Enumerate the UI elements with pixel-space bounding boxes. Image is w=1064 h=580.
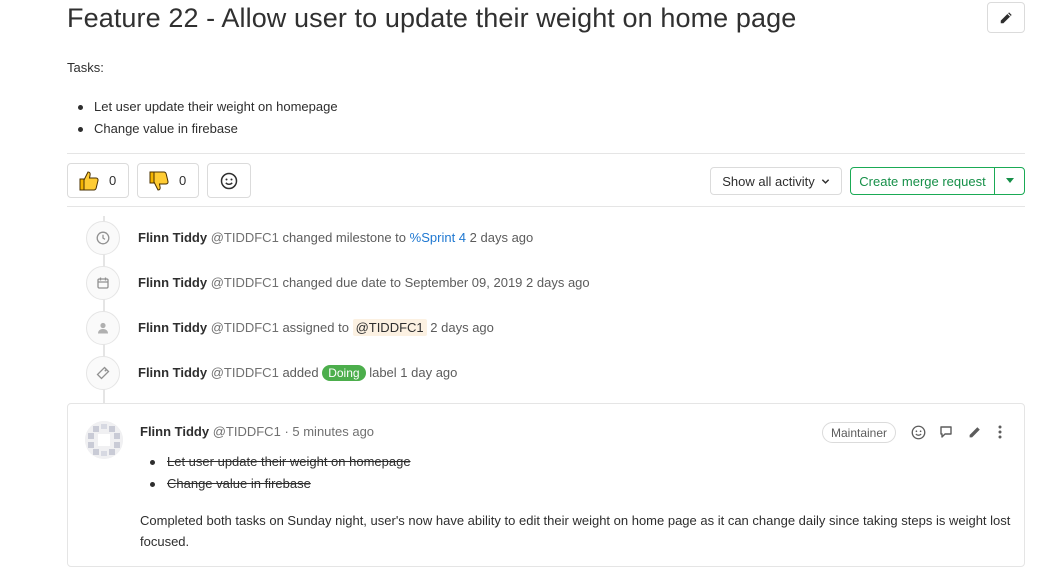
- caret-down-icon: [1005, 178, 1014, 183]
- show-activity-dropdown[interactable]: Show all activity: [710, 167, 842, 195]
- system-note-text: Flinn Tiddy @TIDDFC1 assigned to @TIDDFC…: [138, 319, 494, 336]
- show-activity-label: Show all activity: [722, 173, 815, 189]
- note-action: changed due date to September 09, 2019: [282, 275, 523, 290]
- note-handle[interactable]: @TIDDFC1: [211, 275, 279, 290]
- create-merge-request-group: Create merge request: [850, 167, 1025, 195]
- list-item: Change value in firebase: [78, 118, 338, 140]
- list-item: Let user update their weight on homepage: [78, 96, 338, 118]
- list-item: Change value in firebase: [150, 473, 411, 495]
- kebab-menu-icon: [998, 425, 1002, 439]
- note-author[interactable]: Flinn Tiddy: [138, 365, 207, 380]
- note-author[interactable]: Flinn Tiddy: [138, 320, 207, 335]
- note-action: changed milestone to: [282, 230, 407, 245]
- note-time: label 1 day ago: [369, 365, 458, 380]
- divider: [67, 206, 1025, 207]
- thumbs-up-count: 0: [109, 173, 117, 188]
- thumbs-down-award-button[interactable]: 0: [137, 163, 199, 198]
- chevron-down-icon: [821, 178, 829, 184]
- comment-bubble-icon: [940, 426, 952, 438]
- pencil-icon: [969, 426, 980, 437]
- edit-title-button[interactable]: [987, 2, 1025, 33]
- note-time: 2 days ago: [430, 320, 494, 335]
- create-merge-request-button[interactable]: Create merge request: [851, 168, 995, 194]
- description-task-list: Let user update their weight on homepage…: [78, 96, 338, 140]
- calendar-icon: [86, 266, 120, 300]
- note-action: added: [282, 365, 319, 380]
- smiley-icon: [220, 172, 238, 189]
- more-actions-button[interactable]: [991, 423, 1009, 441]
- issue-title: Feature 22 - Allow user to update their …: [67, 3, 797, 33]
- comment-handle[interactable]: @TIDDFC1: [213, 424, 281, 439]
- avatar[interactable]: [85, 421, 123, 459]
- system-note-text: Flinn Tiddy @TIDDFC1 changed milestone t…: [138, 230, 533, 245]
- description-tasks-label: Tasks:: [67, 60, 104, 75]
- note-handle[interactable]: @TIDDFC1: [211, 320, 279, 335]
- add-reaction-button[interactable]: [207, 163, 251, 198]
- user-icon: [86, 311, 120, 345]
- divider: [67, 153, 1025, 154]
- comment-task-list: Let user update their weight on homepage…: [150, 451, 411, 495]
- add-reaction-button[interactable]: [909, 423, 927, 441]
- system-note-text: Flinn Tiddy @TIDDFC1 changed due date to…: [138, 275, 590, 290]
- note-author[interactable]: Flinn Tiddy: [138, 230, 207, 245]
- list-item: Let user update their weight on homepage: [150, 451, 411, 473]
- note-author[interactable]: Flinn Tiddy: [138, 275, 207, 290]
- note-time: 2 days ago: [526, 275, 590, 290]
- system-note-text: Flinn Tiddy @TIDDFC1 added Doing label 1…: [138, 365, 457, 381]
- comment-author[interactable]: Flinn Tiddy: [140, 424, 209, 439]
- user-mention[interactable]: @TIDDFC1: [352, 319, 427, 336]
- clock-icon: [86, 221, 120, 255]
- merge-request-options-toggle[interactable]: [995, 168, 1024, 194]
- tag-icon: [86, 356, 120, 390]
- note-handle[interactable]: @TIDDFC1: [211, 365, 279, 380]
- role-badge: Maintainer: [822, 422, 897, 443]
- thumbs-down-icon: [149, 171, 169, 191]
- note-action: assigned to: [282, 320, 349, 335]
- pencil-icon: [1000, 11, 1012, 23]
- comment-header: Flinn Tiddy @TIDDFC1 · 5 minutes ago: [140, 424, 374, 439]
- milestone-link[interactable]: %Sprint 4: [410, 230, 466, 245]
- note-handle[interactable]: @TIDDFC1: [211, 230, 279, 245]
- smiley-icon: [911, 425, 925, 439]
- thumbs-up-icon: [79, 170, 99, 190]
- label-badge[interactable]: Doing: [322, 365, 366, 381]
- thumbs-up-award-button[interactable]: 0: [67, 163, 129, 198]
- comment-body: Completed both tasks on Sunday night, us…: [140, 513, 1011, 549]
- comment-card: Flinn Tiddy @TIDDFC1 · 5 minutes ago Mai…: [67, 403, 1025, 567]
- comment-time[interactable]: · 5 minutes ago: [284, 424, 374, 439]
- note-time: 2 days ago: [469, 230, 534, 245]
- edit-comment-button[interactable]: [965, 423, 983, 441]
- reply-button[interactable]: [937, 423, 955, 441]
- thumbs-down-count: 0: [179, 173, 187, 188]
